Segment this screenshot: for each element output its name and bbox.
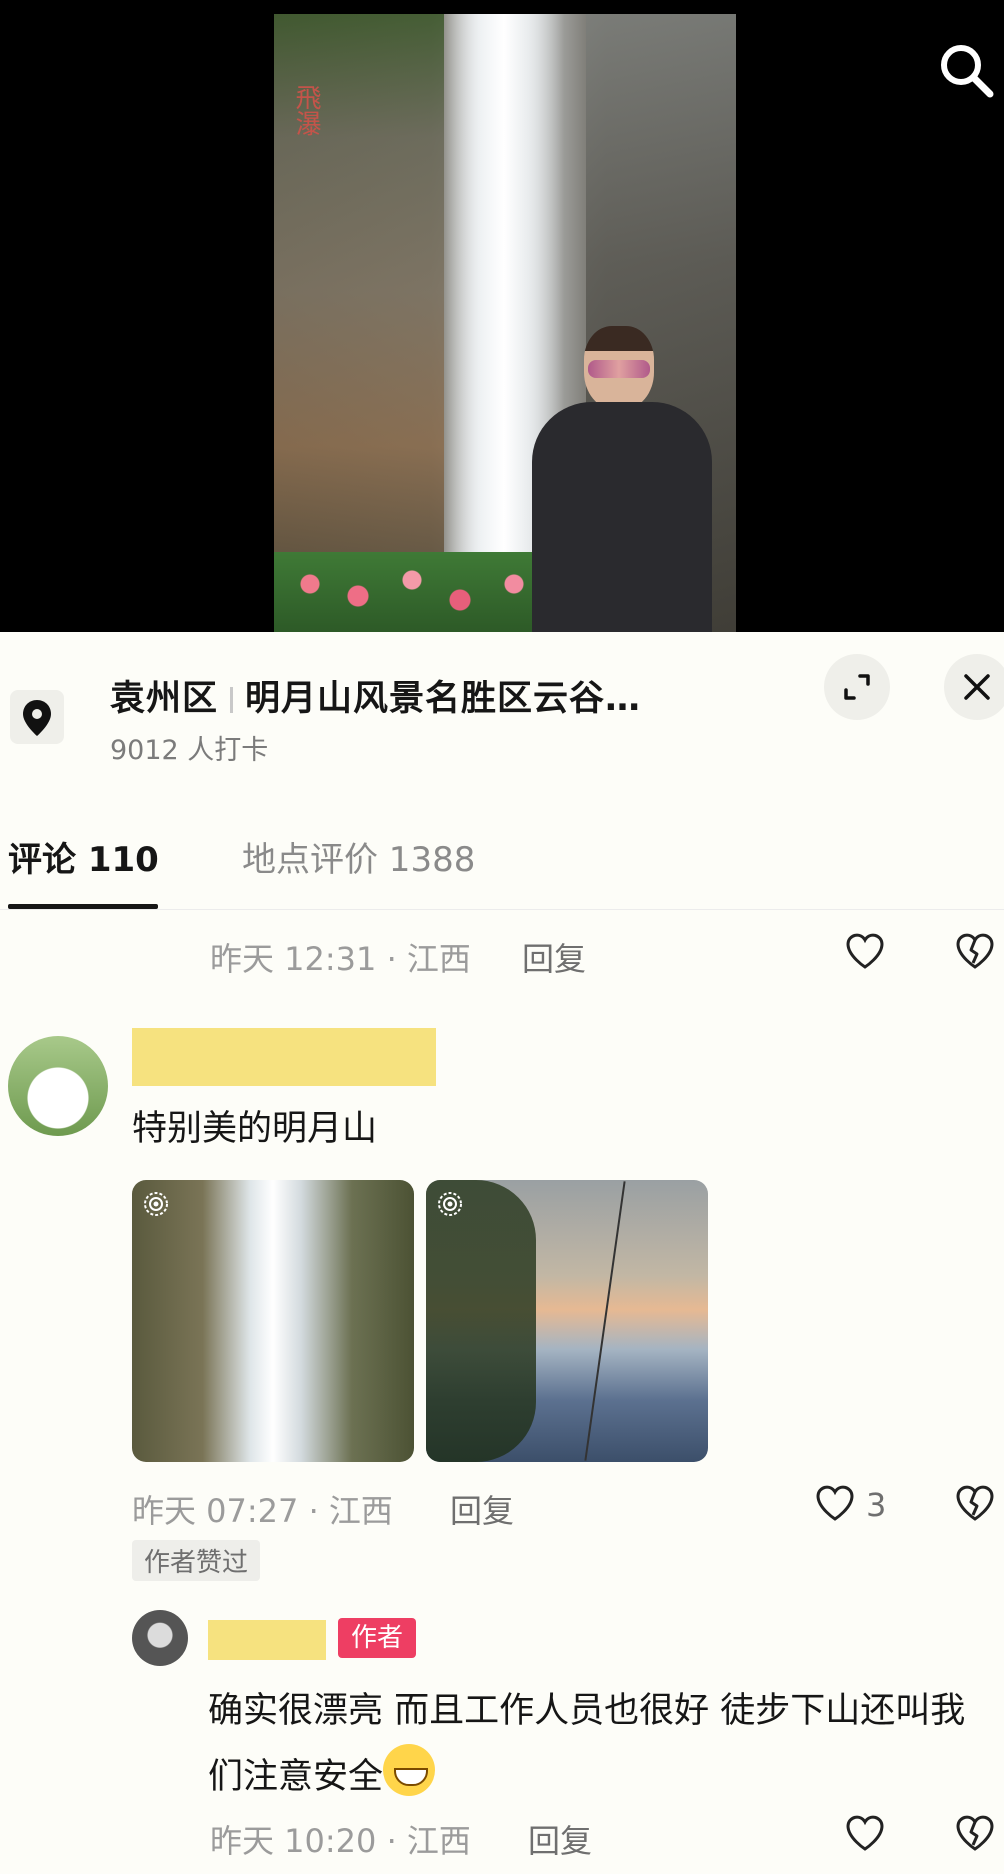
tab-comments[interactable]: 评论 110	[8, 832, 159, 881]
location-pin-icon	[10, 690, 64, 744]
avatar[interactable]	[8, 1036, 108, 1136]
person-figure	[532, 326, 712, 632]
checkin-count: 9012 人打卡	[110, 735, 269, 766]
comment-meta: 昨天 10:20 · 江西	[210, 1822, 471, 1860]
username-redacted[interactable]	[132, 1028, 436, 1086]
flower-bed	[274, 552, 574, 632]
comment-text: 特别美的明月山	[132, 1109, 378, 1149]
grinning-face-icon	[383, 1744, 436, 1796]
reply-button[interactable]: 回复	[522, 934, 586, 980]
heart-icon[interactable]	[812, 1480, 858, 1526]
photo-tree	[426, 1180, 536, 1462]
location-district: 袁州区	[110, 679, 219, 719]
reply-text-content: 确实很漂亮 而且工作人员也很好 徒步下山还叫我们注意安全	[208, 1691, 966, 1797]
like-count: 3	[866, 1486, 887, 1524]
photo-cable	[584, 1181, 626, 1461]
broken-heart-icon[interactable]	[952, 1480, 998, 1526]
search-icon[interactable]	[934, 38, 998, 102]
broken-heart-icon[interactable]	[952, 1810, 998, 1856]
broken-heart-icon[interactable]	[952, 928, 998, 974]
author-liked-badge: 作者赞过	[132, 1540, 261, 1581]
close-icon[interactable]	[944, 654, 1004, 720]
heart-icon[interactable]	[842, 928, 888, 974]
tab-location-reviews[interactable]: 地点评价 1388	[242, 832, 475, 881]
comment-photo-cablecar[interactable]	[426, 1180, 708, 1462]
tab-divider	[0, 909, 1004, 910]
heart-icon[interactable]	[842, 1810, 888, 1856]
reply-button[interactable]: 回复	[450, 1486, 514, 1532]
live-photo-icon	[144, 1192, 168, 1216]
video-player[interactable]: 飛瀑	[0, 0, 1004, 632]
location-title[interactable]: 袁州区 明月山风景名胜区云谷…	[110, 670, 641, 721]
author-tag: 作者	[338, 1618, 416, 1658]
comment-meta: 昨天 07:27 · 江西	[132, 1492, 393, 1530]
location-name: 明月山风景名胜区云谷…	[245, 679, 642, 719]
reply-button[interactable]: 回复	[528, 1816, 592, 1862]
avatar[interactable]	[132, 1610, 188, 1666]
title-separator	[230, 687, 234, 713]
reply-text: 确实很漂亮 而且工作人员也很好 徒步下山还叫我们注意安全	[208, 1678, 998, 1810]
sunglasses	[588, 360, 650, 378]
comment-meta: 昨天 12:31 · 江西	[210, 940, 471, 978]
username-redacted[interactable]	[208, 1620, 326, 1660]
video-frame[interactable]: 飛瀑	[274, 14, 736, 632]
comment-photo-waterfall[interactable]	[132, 1180, 414, 1462]
live-photo-icon	[438, 1192, 462, 1216]
expand-icon[interactable]	[824, 654, 890, 720]
person-body	[532, 402, 712, 632]
rock-engraving: 飛瀑	[291, 84, 321, 136]
